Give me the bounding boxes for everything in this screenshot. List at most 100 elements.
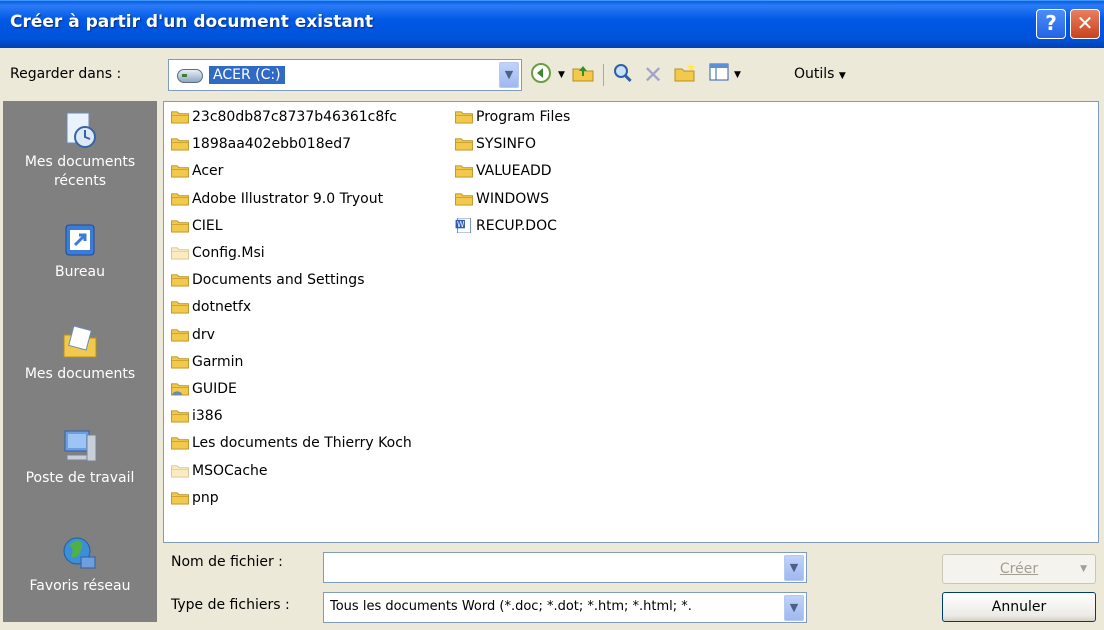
folder-icon <box>170 381 192 397</box>
recent-documents-icon <box>66 112 96 148</box>
folder-icon <box>454 191 476 207</box>
file-name: Adobe Illustrator 9.0 Tryout <box>192 190 384 207</box>
lookin-combo[interactable]: ACER (C:) ▼ <box>168 59 522 91</box>
chevron-down-icon[interactable]: ▼ <box>784 555 804 581</box>
cancel-button[interactable]: Annuler <box>942 592 1096 622</box>
place-network[interactable]: Favoris réseau <box>3 535 157 596</box>
chevron-down-icon[interactable]: ▼ <box>784 595 804 621</box>
filetype-label: Type de fichiers : <box>171 597 290 613</box>
folder-icon <box>170 191 192 207</box>
window-title: Créer à partir d'un document existant <box>10 12 374 32</box>
folder-item[interactable]: Documents and Settings <box>170 269 364 291</box>
file-name: 23c80db87c8737b46361c8fc <box>192 109 397 125</box>
folder-icon <box>170 109 192 125</box>
chevron-down-icon[interactable]: ▼ <box>499 62 519 88</box>
file-name: SYSINFO <box>476 136 536 153</box>
folder-item[interactable]: SYSINFO <box>454 133 536 155</box>
folder-icon <box>454 109 476 125</box>
search-web-icon[interactable] <box>610 62 636 88</box>
lookin-value: ACER (C:) <box>209 66 285 84</box>
folder-item[interactable]: MSOCache <box>170 460 268 482</box>
place-label: Favoris réseau <box>29 578 131 594</box>
file-name: drv <box>192 326 215 343</box>
filename-field[interactable]: ▼ <box>323 552 807 583</box>
folder-icon <box>170 435 192 451</box>
file-name: Les documents de Thierry Koch <box>192 435 412 452</box>
folder-item[interactable]: Acer <box>170 160 223 182</box>
place-my-computer[interactable]: Poste de travail <box>3 427 157 488</box>
folder-icon <box>170 218 192 234</box>
folder-item[interactable]: WINDOWS <box>454 188 549 210</box>
folder-item[interactable]: drv <box>170 324 215 346</box>
file-list[interactable]: 23c80db87c8737b46361c8fc 1898aa402ebb018e… <box>163 101 1099 543</box>
folder-item[interactable]: Garmin <box>170 351 243 373</box>
folder-icon <box>170 299 192 315</box>
file-name: CIEL <box>192 217 223 234</box>
folder-icon <box>170 136 192 152</box>
file-name: dotnetfx <box>192 299 252 316</box>
folder-icon <box>170 272 192 288</box>
lookin-label: Regarder dans : <box>10 66 122 82</box>
file-name: GUIDE <box>192 381 237 397</box>
new-folder-icon[interactable] <box>672 62 698 88</box>
folder-item[interactable]: 23c80db87c8737b46361c8fc <box>170 106 397 128</box>
file-name: Config.Msi <box>192 245 265 261</box>
folder-item[interactable]: dotnetfx <box>170 296 251 318</box>
file-name: Documents and Settings <box>192 272 365 289</box>
delete-icon[interactable]: ✕ <box>640 62 666 88</box>
folder-item[interactable]: VALUEADD <box>454 160 552 182</box>
folder-icon <box>170 408 192 424</box>
views-dropdown-icon[interactable]: ▼ <box>734 70 741 80</box>
file-item[interactable]: W RECUP.DOC <box>454 215 557 237</box>
filename-label: Nom de fichier : <box>171 554 283 570</box>
folder-icon <box>170 245 192 261</box>
svg-text:W: W <box>457 220 465 229</box>
drive-icon <box>177 69 203 83</box>
views-icon[interactable] <box>706 62 732 88</box>
folder-icon <box>170 163 192 179</box>
folder-icon <box>170 327 192 343</box>
file-name: Program Files <box>476 109 571 125</box>
back-dropdown-icon[interactable]: ▼ <box>558 70 565 80</box>
filetype-select[interactable]: Tous les documents Word (*.doc; *.dot; *… <box>323 592 807 623</box>
file-name: WINDOWS <box>476 190 549 207</box>
tools-menu[interactable]: Outils ▼ <box>794 66 846 82</box>
place-desktop[interactable]: Bureau <box>3 221 157 282</box>
folder-icon <box>454 136 476 152</box>
up-folder-icon[interactable] <box>570 62 596 88</box>
my-documents-icon <box>63 325 97 358</box>
file-name: Acer <box>192 163 224 180</box>
create-button[interactable]: Créer ▼ <box>942 554 1096 584</box>
folder-item[interactable]: pnp <box>170 487 219 509</box>
word-doc-icon: W <box>454 217 476 234</box>
close-button[interactable]: ✕ <box>1070 9 1100 39</box>
title-bar[interactable]: Créer à partir d'un document existant ? … <box>0 0 1104 48</box>
folder-icon <box>170 490 192 506</box>
folder-icon <box>454 163 476 179</box>
file-name: pnp <box>192 489 219 506</box>
folder-item[interactable]: CIEL <box>170 215 223 237</box>
folder-item[interactable]: Config.Msi <box>170 242 265 264</box>
file-name: 1898aa402ebb018ed7 <box>192 136 352 153</box>
network-places-icon <box>63 537 96 569</box>
folder-item[interactable]: GUIDE <box>170 378 237 400</box>
file-name: MSOCache <box>192 462 268 479</box>
file-name: Garmin <box>192 353 244 370</box>
folder-item[interactable]: i386 <box>170 405 223 427</box>
place-recent-documents[interactable]: Mes documents récents <box>3 111 157 191</box>
places-bar: Mes documents récents Bureau Mes documen… <box>3 101 157 622</box>
back-icon[interactable] <box>528 62 554 88</box>
place-label: Bureau <box>55 264 105 280</box>
file-name: i386 <box>192 408 223 425</box>
help-button[interactable]: ? <box>1036 9 1066 39</box>
folder-item[interactable]: 1898aa402ebb018ed7 <box>170 133 351 155</box>
folder-item[interactable]: Adobe Illustrator 9.0 Tryout <box>170 188 383 210</box>
place-label: Mes documents <box>24 366 136 382</box>
place-my-documents[interactable]: Mes documents <box>3 323 157 384</box>
folder-item[interactable]: Program Files <box>454 106 570 128</box>
desktop-icon <box>65 224 95 256</box>
folder-icon <box>170 354 192 370</box>
place-label: Poste de travail <box>25 470 135 486</box>
folder-item[interactable]: Les documents de Thierry Koch <box>170 432 412 454</box>
folder-icon <box>170 463 192 479</box>
